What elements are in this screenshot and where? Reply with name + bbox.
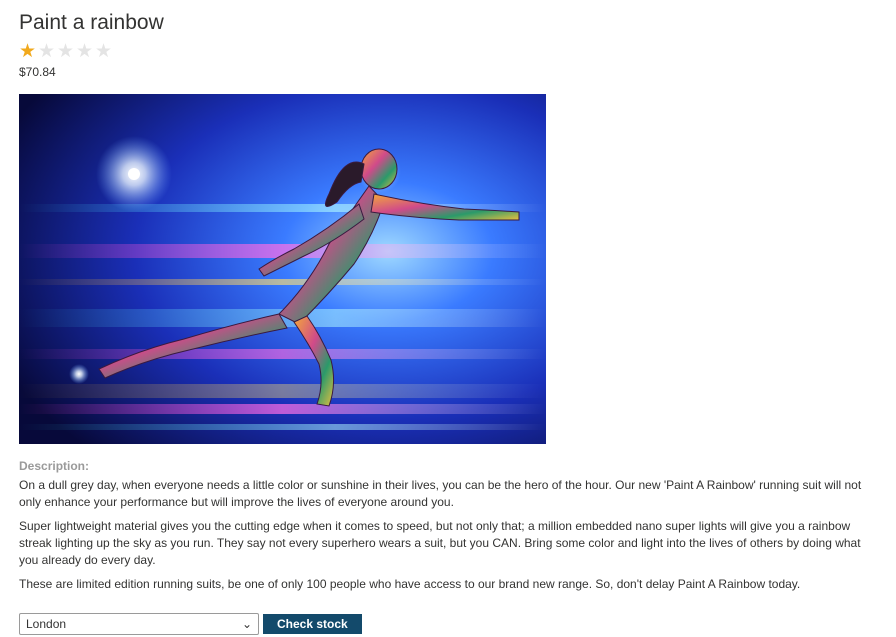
- description-paragraph: On a dull grey day, when everyone needs …: [19, 478, 862, 509]
- stock-check-form: London ⌄ Check stock: [19, 613, 362, 635]
- star-icon: ★: [57, 41, 75, 62]
- product-page: Paint a rainbow ★ ★ ★ ★ ★ $70.84 Descrip…: [0, 0, 896, 637]
- description-paragraph: These are limited edition running suits,…: [19, 577, 801, 591]
- star-icon: ★: [95, 41, 113, 62]
- chevron-down-icon: ⌄: [241, 617, 252, 631]
- store-select[interactable]: London ⌄: [19, 613, 259, 635]
- description-label: Description:: [19, 459, 90, 473]
- star-icon: ★: [76, 41, 94, 62]
- store-select-value: London: [26, 617, 67, 631]
- description-section: Description: On a dull grey day, when ev…: [19, 459, 877, 593]
- check-stock-button[interactable]: Check stock: [263, 614, 362, 634]
- product-price: $70.84: [19, 65, 56, 79]
- rating-stars: ★ ★ ★ ★ ★: [19, 41, 877, 62]
- star-icon: ★: [38, 41, 56, 62]
- product-image: [19, 94, 546, 444]
- product-title: Paint a rainbow: [19, 11, 164, 34]
- star-icon: ★: [19, 41, 37, 62]
- description-paragraph: Super lightweight material gives you the…: [19, 519, 861, 567]
